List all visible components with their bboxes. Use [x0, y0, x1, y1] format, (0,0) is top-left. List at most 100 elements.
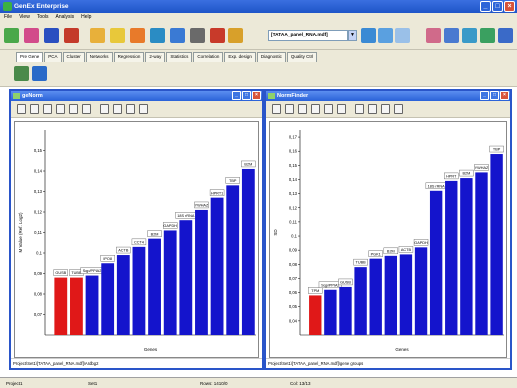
genorm-data-label: GAPDH	[163, 224, 177, 228]
genorm-data-label: ACTB	[118, 249, 129, 253]
normfinder-data-label: TUBB	[356, 261, 367, 265]
tab-diagnostic[interactable]: Diagnostic	[256, 52, 286, 62]
table-icon[interactable]	[381, 104, 390, 114]
menu-tools[interactable]: Tools	[37, 14, 49, 22]
window-tile-icon[interactable]	[444, 28, 459, 43]
normfinder-data-label: TPM	[311, 289, 319, 293]
properties-icon[interactable]	[394, 104, 403, 114]
normfinder-close-button[interactable]: ×	[500, 91, 509, 100]
genorm-window-titlebar: geNorm _ □ ×	[11, 91, 262, 101]
normfinder-y-tick-label: 0,07	[289, 276, 298, 281]
normfinder-bar	[354, 267, 367, 335]
move-icon[interactable]	[298, 104, 307, 114]
copy-icon[interactable]	[324, 104, 333, 114]
tab-pre-gene[interactable]: Pre Gene	[16, 52, 44, 62]
zoom-icon[interactable]	[311, 104, 320, 114]
settings-icon[interactable]	[498, 28, 513, 43]
tab-correlation[interactable]: Correlation	[193, 52, 224, 62]
binoculars-icon[interactable]	[100, 104, 109, 114]
normfinder-y-tick-label: 0,17	[289, 135, 298, 140]
genorm-bar	[210, 197, 224, 335]
average-icon[interactable]	[130, 28, 145, 43]
tab-cluster[interactable]: Cluster	[62, 52, 85, 62]
import-icon[interactable]	[24, 28, 39, 43]
open-icon[interactable]	[4, 28, 19, 43]
search-icon[interactable]	[44, 28, 59, 43]
refresh-icon[interactable]	[361, 28, 376, 43]
status-cols: Col: 13/13	[290, 381, 311, 386]
print-icon[interactable]	[113, 104, 122, 114]
print-icon[interactable]	[368, 104, 377, 114]
tab-statistics[interactable]: Statistics	[166, 52, 193, 62]
normfinder-y-tick-label: 0,08	[289, 262, 298, 267]
move-icon[interactable]	[43, 104, 52, 114]
dataset-select[interactable]: [TATAA_panel_RNA.mdf]	[268, 30, 348, 41]
tab-2way[interactable]: 2-way	[145, 52, 166, 62]
normfinder-bar	[339, 286, 352, 335]
zoom-icon[interactable]	[56, 104, 65, 114]
genorm-bar	[195, 209, 208, 335]
pointer-icon[interactable]	[272, 104, 281, 114]
normfinder-data-label: GAPDH	[414, 241, 428, 245]
genorm-bar	[70, 277, 83, 335]
genorm-run-icon[interactable]	[14, 66, 29, 81]
window-grid-icon[interactable]	[462, 28, 477, 43]
genorm-maximize-button[interactable]: □	[242, 91, 251, 100]
normfinder-run-icon[interactable]	[32, 66, 47, 81]
minimize-button[interactable]: _	[480, 1, 491, 12]
normfinder-bar	[490, 154, 503, 335]
calculator-icon[interactable]	[190, 28, 205, 43]
genorm-bar-chart: 0,07 0,08 0,09 0,1 0,11 0,12 0,13 0,14 0,15 GUSB T…	[18, 130, 256, 352]
tab-networks[interactable]: Networks	[85, 52, 113, 62]
filter-icon[interactable]	[90, 28, 105, 43]
tab-exp-design[interactable]: Exp. design	[224, 52, 256, 62]
normfinder-data-label: B2M	[462, 172, 470, 176]
normfinder-y-tick-label: 0,13	[289, 191, 298, 196]
normfinder-y-tick-label: 0,06	[289, 290, 298, 295]
tab-toolbar	[0, 62, 517, 87]
normfinder-y-tick-label: 0,1	[291, 234, 297, 239]
convert-icon[interactable]	[170, 28, 185, 43]
normfinder-maximize-button[interactable]: □	[490, 91, 499, 100]
scale-icon[interactable]	[150, 28, 165, 43]
normalize-icon[interactable]	[110, 28, 125, 43]
genorm-window-title: geNorm	[22, 93, 43, 99]
normfinder-minimize-button[interactable]: _	[480, 91, 489, 100]
rotate-icon[interactable]	[30, 104, 39, 114]
normfinder-bar	[309, 295, 322, 335]
zoom-icon[interactable]	[378, 28, 393, 43]
copy-icon[interactable]	[69, 104, 78, 114]
close-button[interactable]: ×	[504, 1, 515, 12]
rotate-icon[interactable]	[285, 104, 294, 114]
normfinder-y-tick-label: 0,14	[289, 177, 298, 182]
genorm-y-tick-label: 0,08	[34, 292, 43, 297]
table-icon[interactable]	[126, 104, 135, 114]
layout-icon[interactable]	[480, 28, 495, 43]
tab-quality-ctrl[interactable]: Quality Ctrl	[286, 52, 318, 62]
normfinder-status: Project\Set1\[TATAA_panel_RNA.mdf]\gene …	[266, 358, 510, 368]
tab-pca[interactable]: PCA	[44, 52, 62, 62]
status-rows: Rows: 1410/0	[200, 381, 228, 386]
menu-help[interactable]: Help	[81, 14, 91, 22]
chevron-down-icon[interactable]: ▼	[348, 30, 357, 41]
pointer-icon[interactable]	[17, 104, 26, 114]
tab-regression[interactable]: Regression	[113, 52, 145, 62]
genorm-y-tick-label: 0,15	[34, 148, 43, 153]
menu-analysis[interactable]: Analysis	[56, 14, 75, 22]
menu-file[interactable]: File	[4, 14, 12, 22]
normfinder-icon[interactable]	[228, 28, 243, 43]
maximize-button[interactable]: □	[492, 1, 503, 12]
tools-icon[interactable]	[395, 28, 410, 43]
genorm-y-tick-label: 0,1	[36, 251, 42, 256]
window-cascade-icon[interactable]	[426, 28, 441, 43]
genorm-close-button[interactable]: ×	[252, 91, 261, 100]
export-icon[interactable]	[82, 104, 91, 114]
properties-icon[interactable]	[139, 104, 148, 114]
genorm-minimize-button[interactable]: _	[232, 91, 241, 100]
export-icon[interactable]	[337, 104, 346, 114]
genorm-data-label: IPO8	[103, 257, 112, 261]
menu-view[interactable]: View	[19, 14, 30, 22]
binoculars-icon[interactable]	[355, 104, 364, 114]
edit-icon[interactable]	[64, 28, 79, 43]
genorm-icon[interactable]	[210, 28, 225, 43]
